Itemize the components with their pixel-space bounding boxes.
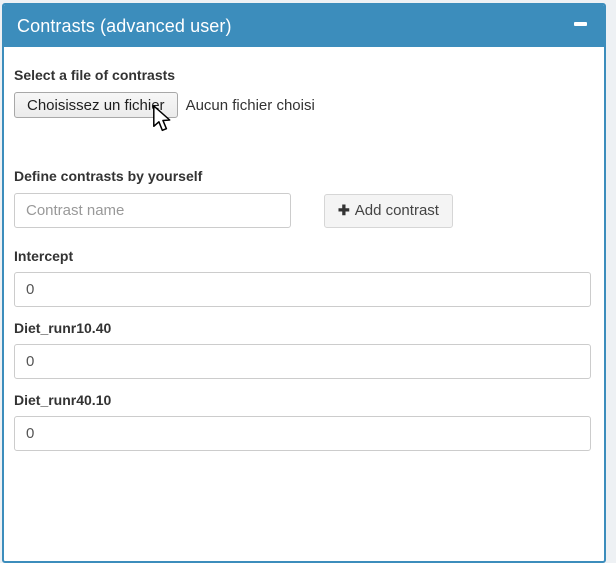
intercept-input[interactable] xyxy=(14,272,591,307)
file-input-row: Choisissez un fichier Aucun fichier choi… xyxy=(14,92,591,118)
file-chosen-status: Aucun fichier choisi xyxy=(186,97,315,114)
diet-runr10-40-input[interactable] xyxy=(14,344,591,379)
contrasts-panel: Contrasts (advanced user) Select a file … xyxy=(2,3,606,563)
intercept-label: Intercept xyxy=(14,248,591,264)
plus-icon: ✚ xyxy=(338,202,350,219)
contrast-name-input[interactable] xyxy=(14,193,291,228)
file-input-label: Select a file of contrasts xyxy=(14,67,591,83)
diet-runr10-40-field-group: Diet_runr10.40 xyxy=(14,320,591,379)
diet-runr40-10-input[interactable] xyxy=(14,416,591,451)
panel-body: Select a file of contrasts Choisissez un… xyxy=(4,47,604,484)
diet-runr40-10-label: Diet_runr40.10 xyxy=(14,392,591,408)
file-input-group: Select a file of contrasts Choisissez un… xyxy=(14,67,591,118)
intercept-field-group: Intercept xyxy=(14,248,591,307)
minus-icon xyxy=(574,22,587,26)
browse-file-button[interactable]: Choisissez un fichier xyxy=(14,92,178,118)
define-contrasts-row: ✚ Add contrast xyxy=(14,193,591,228)
panel-title: Contrasts (advanced user) xyxy=(17,16,232,37)
collapse-button[interactable] xyxy=(569,13,591,35)
add-contrast-label: Add contrast xyxy=(355,202,439,219)
panel-header: Contrasts (advanced user) xyxy=(4,5,604,47)
diet-runr10-40-label: Diet_runr10.40 xyxy=(14,320,591,336)
define-contrasts-group: Define contrasts by yourself ✚ Add contr… xyxy=(14,168,591,228)
define-contrasts-label: Define contrasts by yourself xyxy=(14,168,591,184)
add-contrast-button[interactable]: ✚ Add contrast xyxy=(324,194,453,228)
diet-runr40-10-field-group: Diet_runr40.10 xyxy=(14,392,591,451)
